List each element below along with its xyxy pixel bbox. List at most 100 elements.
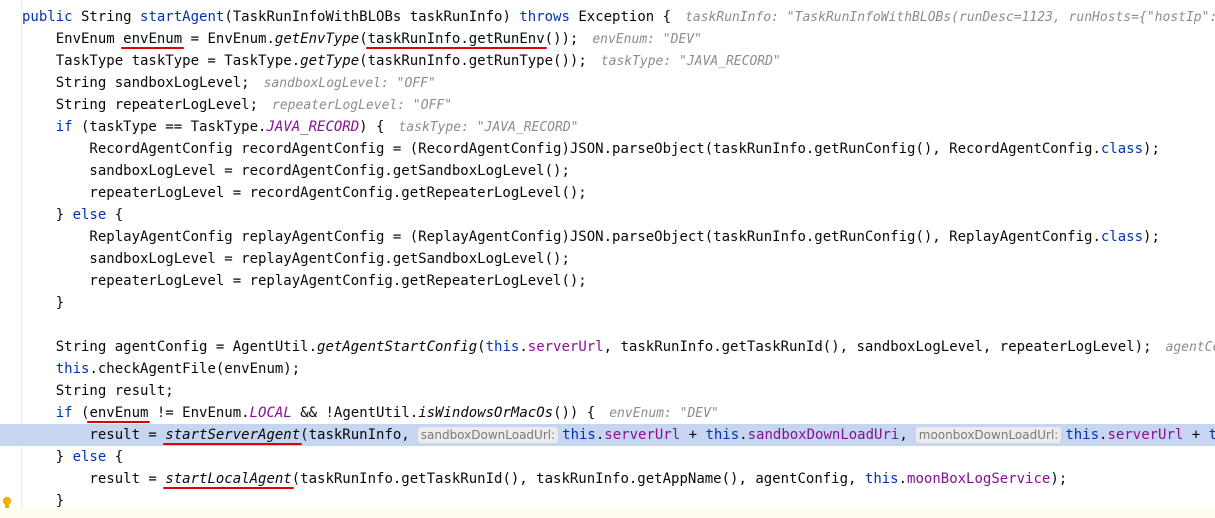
code-token: class [1100, 229, 1144, 245]
code-token: ( [72, 405, 90, 421]
code-text: String agentConfig = AgentUtil.getAgentS… [22, 336, 1215, 359]
code-token: } [22, 449, 73, 465]
code-token: ()) { [553, 405, 596, 421]
code-text: sandboxLogLevel = recordAgentConfig.getS… [22, 160, 569, 182]
code-token: String repeaterLogLevel; [22, 97, 259, 113]
code-token: String result; [22, 383, 174, 399]
code-text: String repeaterLogLevel; repeaterLogLevel… [22, 94, 452, 117]
code-line[interactable] [0, 314, 1215, 336]
code-line[interactable]: EnvEnum envEnum = EnvEnum.getEnvType(tas… [0, 28, 1215, 50]
inline-debug-value: agentConfig: [1165, 340, 1215, 355]
code-token: this [1208, 427, 1215, 443]
code-token: (taskRunInfo, [300, 427, 410, 443]
code-editor[interactable]: public String startAgent(TaskRunInfoWith… [0, 0, 1215, 518]
code-token: (taskRunInfo.getRunType()); [359, 53, 587, 69]
code-text: if (taskType == TaskType.JAVA_RECORD) {t… [22, 116, 579, 139]
code-token: result = [22, 471, 166, 487]
code-token: else [72, 207, 107, 223]
code-token: ); [1050, 471, 1068, 487]
code-line[interactable]: String repeaterLogLevel; repeaterLogLevel… [0, 94, 1215, 116]
code-line[interactable]: repeaterLogLevel = recordAgentConfig.get… [0, 182, 1215, 204]
code-token: this [1065, 427, 1100, 443]
code-line[interactable]: sandboxLogLevel = replayAgentConfig.getS… [0, 248, 1215, 270]
code-token: getType [300, 53, 360, 69]
underlined-token: startServerAgent [165, 427, 301, 443]
code-token: . [898, 471, 908, 487]
code-token: (TaskRunInfoWithBLOBs taskRunInfo) [224, 9, 520, 25]
code-token: this [562, 427, 596, 443]
code-text: ReplayAgentConfig replayAgentConfig = (R… [22, 226, 1160, 248]
code-line[interactable]: } else { [0, 446, 1215, 468]
code-token: serverUrl [527, 339, 604, 355]
code-line[interactable]: public String startAgent(TaskRunInfoWith… [0, 6, 1215, 28]
code-token: else [72, 449, 107, 465]
code-text: this.checkAgentFile(envEnum); [22, 358, 300, 380]
code-line[interactable]: ReplayAgentConfig replayAgentConfig = (R… [0, 226, 1215, 248]
code-token: isWindowsOrMacOs [418, 405, 554, 421]
code-token: .checkAgentFile(envEnum); [89, 361, 301, 377]
code-text: repeaterLogLevel = replayAgentConfig.get… [22, 270, 586, 292]
code-line[interactable]: if (taskType == TaskType.JAVA_RECORD) {t… [0, 116, 1215, 138]
code-token: if [55, 119, 73, 135]
code-line[interactable]: TaskType taskType = TaskType.getType(tas… [0, 50, 1215, 72]
code-token: ( [477, 339, 486, 355]
code-text: if (envEnum != EnvEnum.LOCAL && !AgentUt… [22, 402, 719, 425]
code-token: && !AgentUtil. [291, 405, 419, 421]
inline-debug-value: taskType: "JAVA_RECORD" [600, 54, 781, 69]
code-line[interactable]: String agentConfig = AgentUtil.getAgentS… [0, 336, 1215, 358]
code-token: String agentConfig = AgentUtil. [22, 339, 318, 355]
code-line[interactable]: this.checkAgentFile(envEnum); [0, 358, 1215, 380]
code-token: repeaterLogLevel = recordAgentConfig.get… [22, 185, 587, 201]
underlined-token: envEnum [89, 405, 149, 421]
code-token: + [1183, 427, 1209, 443]
code-token: TaskType taskType = TaskType. [22, 53, 301, 69]
inline-debug-value: taskRunInfo: "TaskRunInfoWithBLOBs(runDe… [685, 10, 1215, 25]
code-line[interactable]: String sandboxLogLevel; sandboxLogLevel: … [0, 72, 1215, 94]
code-line[interactable]: repeaterLogLevel = replayAgentConfig.get… [0, 270, 1215, 292]
code-line[interactable]: if (envEnum != EnvEnum.LOCAL && !AgentUt… [0, 402, 1215, 424]
code-text: String result; [22, 380, 174, 402]
code-token: throws [519, 9, 570, 25]
inline-debug-value: envEnum: "DEV" [592, 32, 702, 47]
code-line[interactable]: sandboxLogLevel = recordAgentConfig.getS… [0, 160, 1215, 182]
inline-debug-value: repeaterLogLevel: "OFF" [272, 98, 453, 113]
code-line[interactable]: result = startServerAgent(taskRunInfo, sa… [0, 424, 1215, 446]
code-token: ); [1143, 229, 1160, 245]
code-token: { [106, 449, 124, 465]
code-token: . [739, 427, 748, 443]
code-line[interactable]: result = startLocalAgent(taskRunInfo.get… [0, 468, 1215, 490]
code-line[interactable]: } else { [0, 204, 1215, 226]
code-token: LOCAL [249, 405, 292, 421]
code-line[interactable]: } [0, 292, 1215, 314]
underlined-token: envEnum [123, 31, 183, 47]
lightbulb-warning-icon[interactable] [2, 496, 12, 510]
code-token: , [899, 427, 908, 443]
underlined-token: startLocalAgent [165, 471, 292, 487]
code-line[interactable]: } [0, 490, 1215, 512]
code-token: . [519, 339, 528, 355]
code-token: this [864, 471, 899, 487]
code-token: this [705, 427, 740, 443]
code-token: JAVA_RECORD [266, 119, 360, 135]
code-line[interactable]: String result; [0, 380, 1215, 402]
code-token: sandboxDownLoadUri [747, 427, 900, 443]
underlined-token: taskRunInfo.getRunEnv [367, 31, 545, 47]
code-token: getEnvType [274, 31, 360, 47]
code-token: ); [1143, 141, 1160, 157]
code-token: } [22, 207, 73, 223]
code-text: EnvEnum envEnum = EnvEnum.getEnvType(tas… [22, 28, 702, 51]
code-token: moonBoxLogService [907, 471, 1051, 487]
code-line[interactable]: RecordAgentConfig recordAgentConfig = (R… [0, 138, 1215, 160]
code-token: { [106, 207, 124, 223]
code-text: RecordAgentConfig recordAgentConfig = (R… [22, 138, 1160, 160]
code-token: ( [359, 31, 368, 47]
inline-debug-value: taskType: "JAVA_RECORD" [398, 120, 579, 135]
code-text: result = startLocalAgent(taskRunInfo.get… [22, 468, 1067, 490]
code-token: , taskRunInfo.getTaskRunId(), sandboxLog… [603, 339, 1152, 355]
code-text: result = startServerAgent(taskRunInfo, sa… [22, 424, 1215, 446]
code-text: } else { [22, 446, 123, 468]
code-token: serverUrl [604, 427, 681, 443]
code-text: } else { [22, 204, 123, 226]
